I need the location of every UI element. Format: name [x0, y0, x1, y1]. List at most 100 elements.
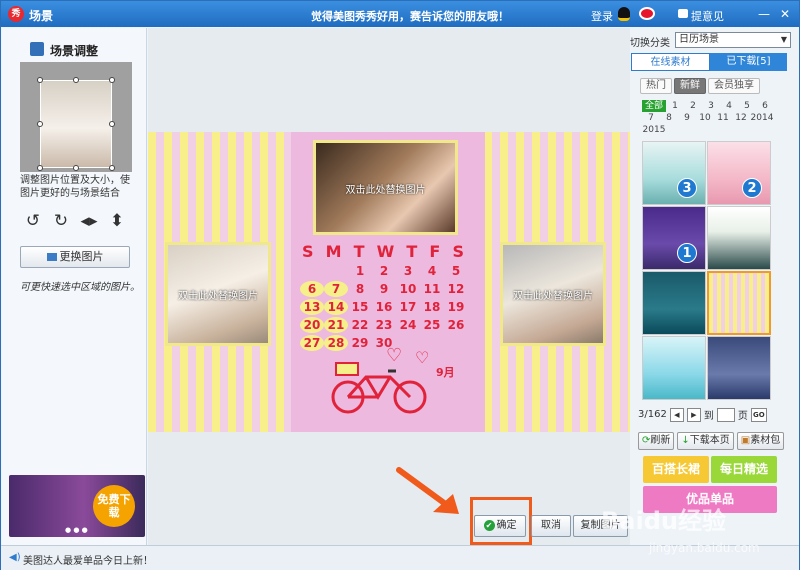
material-thumb[interactable]	[642, 336, 706, 400]
confirm-button[interactable]: ✔ 确定	[474, 515, 526, 537]
photo-slot-left[interactable]: 双击此处替换图片	[165, 242, 271, 346]
calendar-weekday: F	[429, 242, 441, 261]
category-select[interactable]: 日历场景 ▼	[675, 32, 791, 48]
tab-downloaded[interactable]: 已下载[5]	[710, 53, 787, 71]
cancel-button[interactable]: 取消	[531, 515, 571, 537]
filter-new[interactable]: 新鲜	[674, 78, 706, 94]
photo-slot-top[interactable]: 双击此处替换图片	[313, 140, 458, 235]
material-thumb[interactable]	[707, 336, 771, 400]
month-option[interactable]: 5	[738, 100, 756, 112]
watermark: Baidu经验	[601, 507, 726, 535]
calendar-day	[444, 335, 468, 351]
promo-daily-picks[interactable]: 每日精选	[711, 456, 777, 483]
month-option[interactable]: 2014	[750, 112, 774, 124]
calendar-day: 25	[423, 318, 441, 332]
flip-vertical-icon[interactable]: ⬍	[108, 212, 126, 230]
scene-adjust-panel: 场景调整 调整图片位置及大小，使图片更好的与场景结合 ↺ ↻ ◂▸ ⬍ 更换图片…	[2, 28, 147, 545]
resize-handle[interactable]	[37, 165, 43, 171]
scene-canvas: 双击此处替换图片 双击此处替换图片 双击此处替换图片 SMTWTFS 12345…	[148, 132, 630, 432]
ad-carousel-dots[interactable]: ● ● ●	[65, 526, 88, 534]
calendar-weekday: T	[353, 242, 365, 261]
calendar-day: 1	[355, 264, 365, 278]
rotate-left-icon[interactable]: ↺	[24, 212, 42, 230]
material-thumb-selected[interactable]	[707, 271, 771, 335]
download-page-button[interactable]: ↓下载本页	[677, 432, 734, 450]
month-option[interactable]: 1	[666, 100, 684, 112]
month-option[interactable]: 8	[660, 112, 678, 124]
adjust-preview[interactable]	[20, 62, 132, 172]
bicycle-illustration	[331, 362, 427, 414]
package-icon: ▣	[740, 435, 751, 446]
calendar-day: 23	[375, 318, 393, 332]
tab-online[interactable]: 在线素材	[631, 53, 710, 71]
material-pack-button[interactable]: ▣素材包	[736, 432, 785, 450]
month-option[interactable]: 12	[732, 112, 750, 124]
month-option[interactable]: 全部	[642, 100, 666, 112]
month-option[interactable]: 3	[702, 100, 720, 112]
month-option[interactable]: 2015	[642, 124, 666, 136]
prev-page-icon[interactable]: ◀	[669, 407, 684, 422]
calendar-day: 4	[427, 264, 437, 278]
calendar-day: 24	[399, 318, 417, 332]
status-text[interactable]: 美图达人最爱单品今日上新！	[23, 552, 153, 567]
rotate-right-icon[interactable]: ↻	[52, 212, 70, 230]
change-image-label: 更换图片	[59, 250, 104, 263]
next-page-icon[interactable]: ▶	[686, 407, 701, 422]
resize-handle[interactable]	[109, 77, 115, 83]
calendar-day: 27	[300, 335, 324, 351]
confirm-label: 确定	[496, 520, 517, 531]
panel-title: 场景调整	[50, 44, 99, 58]
resize-handle[interactable]	[73, 165, 79, 171]
title-bar: 秀 场景 觉得美图秀秀好用，赛告诉您的朋友哦！ 登录 提意见 — ✕	[1, 1, 799, 27]
month-option[interactable]: 2	[684, 100, 702, 112]
calendar-day: 2	[379, 264, 389, 278]
number-badge: 2	[742, 178, 762, 198]
resize-handle[interactable]	[109, 165, 115, 171]
change-image-button[interactable]: 更换图片	[20, 246, 130, 268]
calendar-day: 8	[355, 282, 365, 296]
close-button[interactable]: ✕	[777, 6, 793, 22]
month-option[interactable]: 11	[714, 112, 732, 124]
resize-handle[interactable]	[73, 77, 79, 83]
material-thumb[interactable]	[707, 206, 771, 270]
weibo-icon[interactable]	[639, 7, 655, 20]
calendar-day: 14	[324, 299, 348, 315]
login-link[interactable]: 登录	[591, 8, 613, 24]
number-badge: 1	[677, 243, 697, 263]
resize-handle[interactable]	[37, 121, 43, 127]
photo-slot-right[interactable]: 双击此处替换图片	[500, 242, 606, 346]
free-download-badge[interactable]: 免费下载	[93, 485, 135, 527]
material-thumb[interactable]: 3	[642, 141, 706, 205]
minimize-button[interactable]: —	[756, 6, 772, 22]
calendar-day: 20	[300, 317, 324, 333]
calendar-day: 15	[351, 300, 369, 314]
material-thumb[interactable]	[642, 271, 706, 335]
ad-banner[interactable]: 免费下载 ● ● ●	[9, 475, 145, 537]
material-panel: 切换分类 日历场景 ▼ 在线素材 已下载[5] 热门 新鲜 会员独享 全部 1 2 3…	[630, 28, 799, 545]
flip-horizontal-icon[interactable]: ◂▸	[80, 212, 98, 230]
resize-handle[interactable]	[109, 121, 115, 127]
month-option[interactable]: 9	[678, 112, 696, 124]
month-option[interactable]: 7	[642, 112, 660, 124]
resize-handle[interactable]	[37, 77, 43, 83]
check-icon: ✔	[483, 520, 495, 531]
month-option[interactable]: 10	[696, 112, 714, 124]
qq-icon[interactable]	[618, 7, 630, 21]
go-button[interactable]: GO	[750, 407, 767, 422]
refresh-button[interactable]: ⟳刷新	[638, 432, 675, 450]
material-thumb[interactable]: 2	[707, 141, 771, 205]
feedback-link[interactable]: 提意见	[691, 8, 724, 24]
calendar-day: 26	[447, 318, 465, 332]
promo-long-dress[interactable]: 百搭长裙	[643, 456, 709, 483]
month-option[interactable]: 6	[756, 100, 774, 112]
month-option[interactable]: 4	[720, 100, 738, 112]
filter-hot[interactable]: 热门	[640, 78, 672, 94]
feedback-icon[interactable]	[678, 9, 688, 18]
page-input[interactable]	[716, 407, 735, 422]
window-title: 场景	[29, 9, 54, 23]
number-badge: 3	[677, 178, 697, 198]
filter-vip[interactable]: 会员独享	[708, 78, 760, 94]
app-logo-icon: 秀	[8, 6, 24, 22]
material-thumb[interactable]: 1	[642, 206, 706, 270]
crop-frame[interactable]	[40, 80, 112, 168]
